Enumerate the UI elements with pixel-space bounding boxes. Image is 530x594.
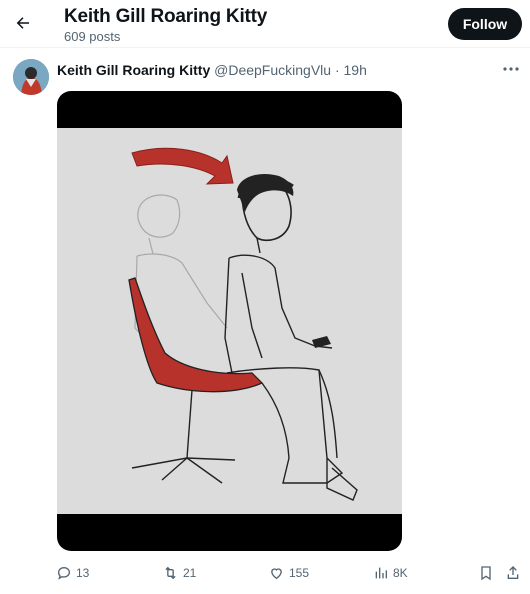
more-options-button[interactable] [502, 63, 520, 75]
post[interactable]: Keith Gill Roaring Kitty @DeepFuckingVlu… [0, 49, 530, 594]
sketch-illustration [57, 128, 402, 514]
author-name[interactable]: Keith Gill Roaring Kitty [57, 62, 210, 78]
reply-count: 13 [76, 566, 90, 580]
heart-icon [271, 568, 282, 580]
post-header: Keith Gill Roaring Kitty @DeepFuckingVlu… [57, 62, 367, 78]
post-time[interactable]: 19h [344, 62, 367, 78]
reply-button[interactable]: 13 [56, 562, 89, 584]
back-button[interactable] [10, 10, 36, 36]
like-count: 155 [289, 566, 310, 580]
arrow-left-icon [16, 17, 29, 29]
reply-icon [57, 566, 71, 580]
repost-icon [165, 566, 176, 580]
views-icon [375, 567, 387, 579]
share-icon [507, 566, 519, 579]
like-button[interactable]: 155 [268, 562, 309, 584]
avatar-image [13, 59, 49, 95]
header-title: Keith Gill Roaring Kitty [64, 6, 268, 27]
views-count: 8K [393, 566, 408, 580]
posts-count: 609 posts [64, 29, 121, 44]
repost-button[interactable]: 21 [162, 562, 196, 584]
more-icon [503, 67, 519, 71]
author-handle[interactable]: @DeepFuckingVlu [214, 62, 331, 78]
sketch-image [57, 128, 402, 514]
profile-header: Keith Gill Roaring Kitty 609 posts Follo… [0, 0, 530, 48]
post-media[interactable] [57, 91, 402, 551]
follow-button[interactable]: Follow [448, 8, 522, 40]
share-button[interactable] [505, 562, 521, 584]
views-button[interactable]: 8K [373, 562, 408, 584]
bookmark-icon [481, 566, 491, 581]
avatar[interactable] [13, 59, 49, 95]
bookmark-button[interactable] [478, 562, 494, 584]
separator-dot: · [334, 62, 340, 78]
post-actions: 13 21 155 8K [0, 562, 530, 584]
repost-count: 21 [183, 566, 197, 580]
